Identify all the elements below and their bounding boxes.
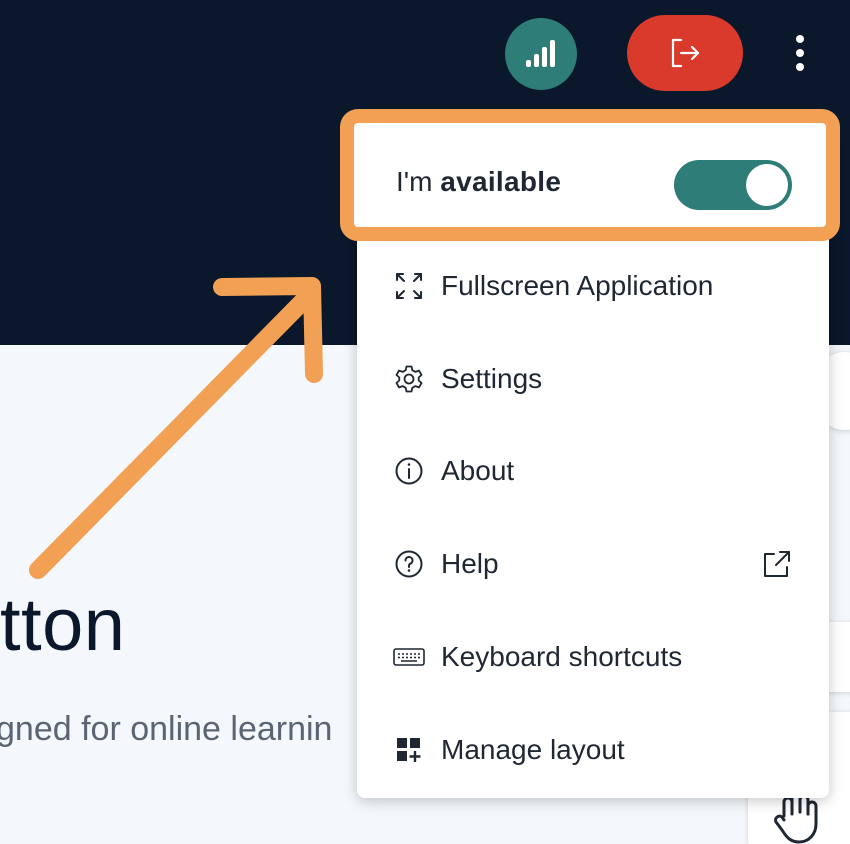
leave-session-icon: [671, 38, 700, 68]
menu-item-manage-layout[interactable]: Manage layout: [357, 720, 829, 780]
kebab-menu-icon: [796, 35, 804, 43]
availability-toggle[interactable]: [674, 160, 792, 210]
external-link-icon: [764, 551, 790, 577]
keyboard-icon: [393, 641, 425, 673]
layout-icon: [393, 734, 425, 766]
menu-item-label: Help: [441, 548, 499, 579]
menu-item-label: About: [441, 455, 515, 486]
menu-item-settings[interactable]: Settings: [357, 349, 829, 409]
menu-item-label: Keyboard shortcuts: [441, 641, 683, 672]
info-icon: [393, 455, 425, 487]
gear-icon: [393, 363, 425, 395]
leave-session-button[interactable]: [627, 15, 743, 91]
toggle-knob: [746, 164, 788, 206]
menu-item-label: Settings: [441, 363, 543, 394]
menu-item-fullscreen[interactable]: Fullscreen Application: [357, 256, 829, 316]
help-icon: [393, 548, 425, 580]
options-menu-button[interactable]: [780, 28, 820, 78]
availability-status: available: [440, 166, 562, 197]
menu-item-label: Fullscreen Application: [441, 270, 714, 301]
background-title: tton: [0, 583, 126, 666]
raise-hand-icon[interactable]: [772, 792, 822, 844]
background-subtitle: gned for online learnin: [0, 710, 333, 748]
menu-item-help[interactable]: Help: [357, 534, 829, 594]
availability-label: I'm available: [396, 164, 561, 200]
connection-status-button[interactable]: [505, 18, 577, 90]
signal-bars-icon: [526, 40, 555, 67]
menu-item-keyboard-shortcuts[interactable]: Keyboard shortcuts: [357, 627, 829, 687]
availability-prefix: I'm: [396, 166, 441, 197]
menu-item-label: Manage layout: [441, 734, 625, 765]
fullscreen-icon: [393, 270, 425, 302]
menu-item-about[interactable]: About: [357, 441, 829, 501]
